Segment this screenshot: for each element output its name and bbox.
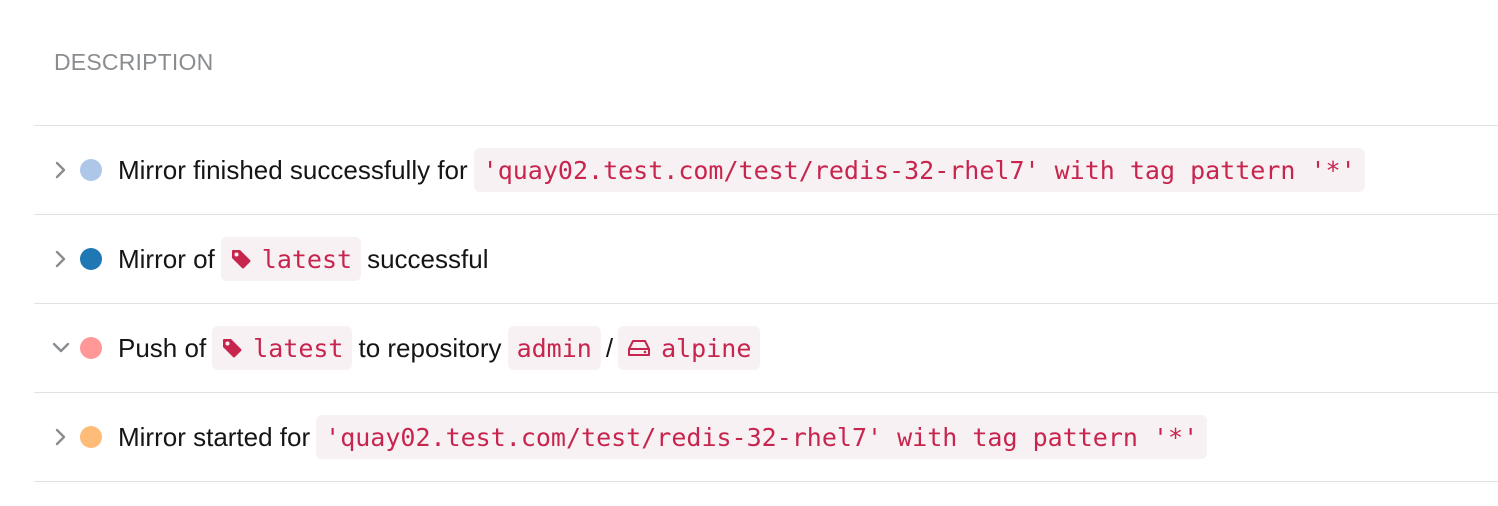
log-description-text: Mirror finished successfully for xyxy=(118,154,468,185)
tag-name: latest xyxy=(253,333,344,363)
status-dot xyxy=(80,337,102,359)
mirror-target-code: 'quay02.test.com/test/redis-32-rhel7' wi… xyxy=(316,415,1208,459)
log-description-suffix: successful xyxy=(367,243,489,274)
chevron-right-icon[interactable] xyxy=(50,159,72,181)
usage-logs-table: DESCRIPTION Mirror finished successfully… xyxy=(34,0,1498,482)
log-description-middle: to repository xyxy=(358,332,502,363)
hdd-icon xyxy=(627,338,651,358)
path-separator: / xyxy=(605,332,614,363)
namespace-chip: admin xyxy=(507,326,601,370)
mirror-target-text: 'quay02.test.com/test/redis-32-rhel7' wi… xyxy=(325,422,1199,452)
table-header: DESCRIPTION xyxy=(34,0,1498,126)
status-dot xyxy=(80,159,102,181)
tag-chip: latest xyxy=(220,237,362,281)
status-dot xyxy=(80,248,102,270)
tag-icon xyxy=(230,248,252,270)
chevron-right-icon[interactable] xyxy=(50,248,72,270)
tag-name: latest xyxy=(261,244,353,274)
description-column-header[interactable]: DESCRIPTION xyxy=(54,49,213,76)
chevron-right-icon[interactable] xyxy=(50,426,72,448)
log-row[interactable]: Push of latest to repository admin / alp… xyxy=(34,304,1498,393)
status-dot xyxy=(80,426,102,448)
log-row[interactable]: Mirror started for 'quay02.test.com/test… xyxy=(34,393,1498,482)
tag-icon xyxy=(221,337,243,359)
log-description-text: Push of xyxy=(118,332,207,363)
namespace-name: admin xyxy=(516,333,592,363)
log-description-text: Mirror started for xyxy=(118,421,311,452)
log-row[interactable]: Mirror finished successfully for 'quay02… xyxy=(34,126,1498,215)
log-description-text: Mirror of xyxy=(118,243,215,274)
log-row[interactable]: Mirror of latest successful xyxy=(34,215,1498,304)
repository-chip: alpine xyxy=(618,326,761,370)
mirror-target-code: 'quay02.test.com/test/redis-32-rhel7' wi… xyxy=(473,148,1365,192)
tag-chip: latest xyxy=(212,326,353,370)
mirror-target-text: 'quay02.test.com/test/redis-32-rhel7' wi… xyxy=(482,155,1356,185)
chevron-down-icon[interactable] xyxy=(50,337,72,359)
repository-name: alpine xyxy=(661,333,752,363)
